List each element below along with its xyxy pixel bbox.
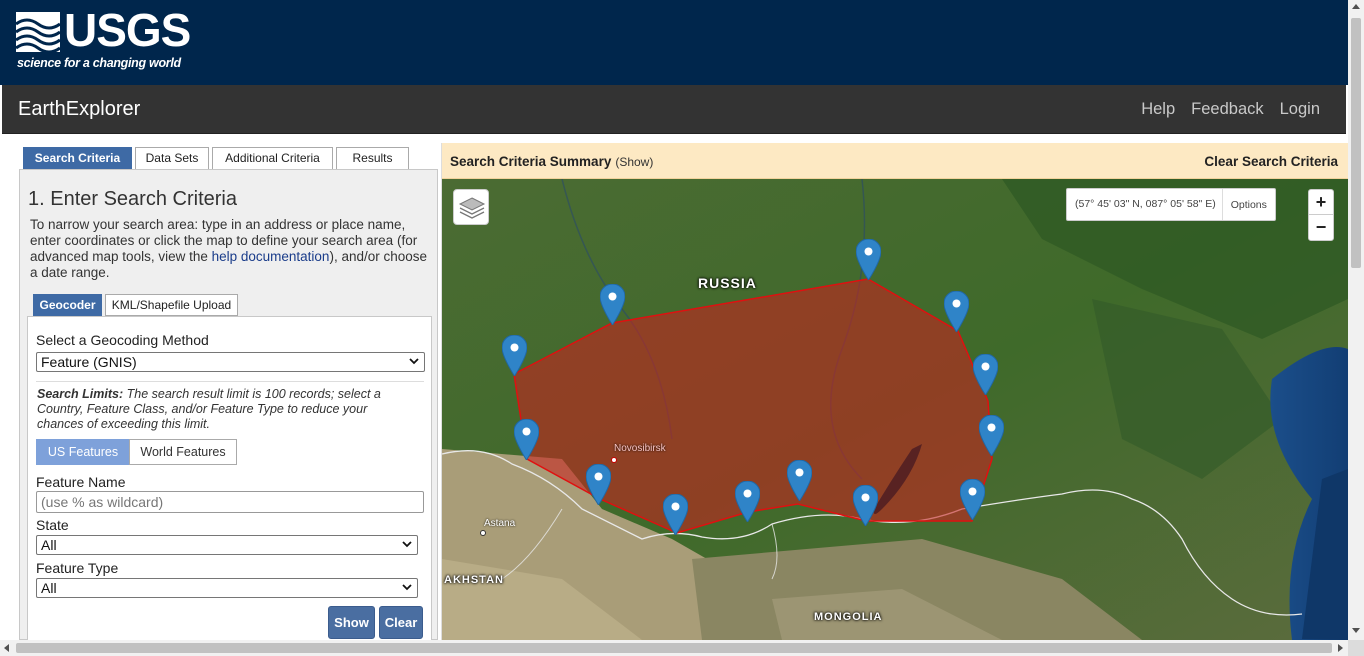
- app-navbar: EarthExplorer Help Feedback Login: [2, 85, 1346, 134]
- options-button[interactable]: Options: [1223, 199, 1275, 211]
- map-marker-pin-icon[interactable]: [734, 480, 761, 523]
- tab-geocoder[interactable]: Geocoder: [33, 294, 102, 316]
- map-label-mongolia: MONGOLIA: [814, 611, 883, 623]
- map-label-astana: Astana: [484, 518, 516, 529]
- map-marker-pin-icon[interactable]: [662, 493, 689, 536]
- cursor-coordinates: (57° 45' 03" N, 087° 05' 58" E): [1067, 189, 1223, 220]
- map-marker-pin-icon[interactable]: [959, 478, 986, 521]
- panel-description: To narrow your search area: type in an a…: [30, 217, 430, 281]
- feature-name-input[interactable]: (use % as wildcard): [36, 491, 424, 513]
- map-label-russia: RUSSIA: [698, 275, 757, 291]
- app-title[interactable]: EarthExplorer: [18, 98, 140, 121]
- scroll-up-arrow-icon[interactable]: [1352, 4, 1360, 9]
- top-nav: Help Feedback Login: [1141, 100, 1320, 119]
- map-marker-pin-icon[interactable]: [513, 418, 540, 461]
- state-label: State: [36, 517, 69, 533]
- scroll-down-arrow-icon[interactable]: [1352, 628, 1360, 633]
- scroll-left-arrow-icon[interactable]: [4, 644, 9, 652]
- state-value: All: [41, 537, 57, 553]
- scroll-right-arrow-icon[interactable]: [1338, 644, 1343, 652]
- divider: [36, 381, 424, 382]
- map-marker-pin-icon[interactable]: [501, 334, 528, 377]
- horizontal-scrollbar[interactable]: [0, 640, 1348, 656]
- world-features-button[interactable]: World Features: [129, 439, 237, 465]
- usgs-wave-icon: [16, 12, 60, 52]
- map-marker-pin-icon[interactable]: [585, 463, 612, 506]
- login-link[interactable]: Login: [1280, 100, 1320, 119]
- map-marker-pin-icon[interactable]: [852, 484, 879, 527]
- chevron-down-icon: [402, 584, 412, 591]
- tab-results[interactable]: Results: [336, 147, 409, 170]
- scrollbar-corner: [1348, 640, 1364, 656]
- vertical-scroll-thumb[interactable]: [1351, 18, 1361, 268]
- usgs-logo[interactable]: USGS science for a changing world: [16, 4, 191, 74]
- search-criteria-summary: Search Criteria Summary (Show): [450, 154, 653, 169]
- clear-search-criteria-link[interactable]: Clear Search Criteria: [1204, 154, 1338, 169]
- geocoding-method-value: Feature (GNIS): [41, 354, 137, 370]
- search-limits-title: Search Limits:: [37, 387, 124, 401]
- show-button[interactable]: Show: [328, 606, 375, 639]
- geocoding-method-select[interactable]: Feature (GNIS): [36, 352, 425, 372]
- feedback-link[interactable]: Feedback: [1191, 100, 1263, 119]
- help-documentation-link[interactable]: help documentation: [212, 249, 330, 264]
- feature-type-select[interactable]: All: [36, 578, 418, 598]
- feature-type-label: Feature Type: [36, 560, 119, 576]
- tab-kml-shapefile-upload[interactable]: KML/Shapefile Upload: [105, 294, 238, 316]
- feature-type-value: All: [41, 580, 57, 596]
- map-marker-pin-icon[interactable]: [855, 238, 882, 281]
- map-marker-pin-icon[interactable]: [978, 414, 1005, 457]
- layers-icon: [458, 197, 486, 219]
- help-link[interactable]: Help: [1141, 100, 1175, 119]
- feature-name-label: Feature Name: [36, 474, 126, 490]
- map-section: Search Criteria Summary (Show) Clear Sear…: [441, 143, 1348, 640]
- panel-heading: 1. Enter Search Criteria: [28, 188, 237, 210]
- tab-search-criteria[interactable]: Search Criteria: [23, 147, 132, 170]
- summary-show-link[interactable]: (Show): [615, 155, 653, 169]
- map-label-kazakhstan: AKHSTAN: [444, 574, 504, 586]
- coordinate-display: (57° 45' 03" N, 087° 05' 58" E) Options: [1066, 188, 1276, 221]
- satellite-map[interactable]: (57° 45' 03" N, 087° 05' 58" E) Options …: [442, 179, 1348, 640]
- chevron-down-icon: [402, 541, 412, 548]
- summary-title: Search Criteria Summary: [450, 154, 612, 169]
- state-select[interactable]: All: [36, 535, 418, 555]
- zoom-out-button[interactable]: −: [1309, 215, 1333, 240]
- geocoder-box: Select a Geocoding Method Feature (GNIS)…: [27, 316, 432, 641]
- usgs-wordmark: USGS: [64, 4, 191, 56]
- map-marker-pin-icon[interactable]: [972, 353, 999, 396]
- geocoding-method-label: Select a Geocoding Method: [36, 332, 209, 348]
- horizontal-scroll-thumb[interactable]: [16, 643, 1332, 653]
- map-marker-pin-icon[interactable]: [599, 283, 626, 326]
- usgs-header-bar: USGS science for a changing world: [0, 0, 1348, 85]
- search-criteria-panel: 1. Enter Search Criteria To narrow your …: [19, 169, 438, 641]
- usgs-tagline: science for a changing world: [17, 56, 181, 70]
- vertical-scrollbar[interactable]: [1348, 0, 1364, 640]
- tab-additional-criteria[interactable]: Additional Criteria: [212, 147, 333, 170]
- us-features-button[interactable]: US Features: [36, 439, 130, 465]
- clear-button[interactable]: Clear: [379, 606, 423, 639]
- zoom-in-button[interactable]: +: [1309, 190, 1333, 215]
- search-criteria-summary-bar: Search Criteria Summary (Show) Clear Sear…: [442, 143, 1348, 179]
- chevron-down-icon: [409, 358, 419, 365]
- map-imagery: [442, 179, 1348, 640]
- map-marker-pin-icon[interactable]: [943, 290, 970, 333]
- map-label-novosibirsk: Novosibirsk: [614, 443, 666, 454]
- tab-data-sets[interactable]: Data Sets: [135, 147, 209, 170]
- layers-button[interactable]: [453, 189, 489, 225]
- search-limits-note: Search Limits: The search result limit i…: [37, 387, 417, 432]
- map-marker-pin-icon[interactable]: [786, 459, 813, 502]
- zoom-control: + −: [1308, 189, 1334, 241]
